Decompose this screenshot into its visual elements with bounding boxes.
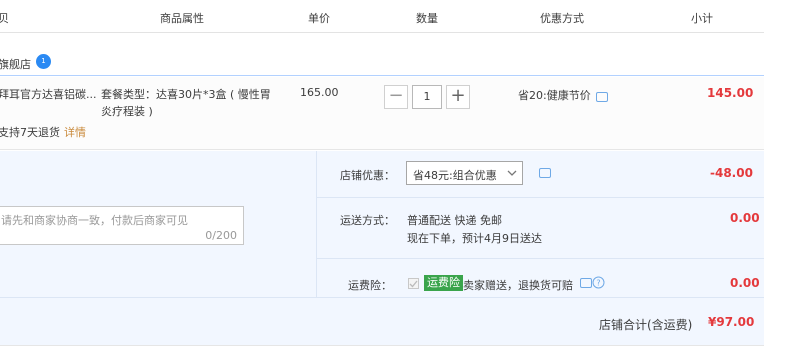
chevron-down-icon xyxy=(507,170,517,176)
shop-name[interactable]: 旗舰店 xyxy=(0,56,31,72)
shop-total-amount: ¥97.00 xyxy=(708,315,755,329)
shop-badge-icon: 1 xyxy=(36,54,51,69)
insurance-description: 卖家赠送，退换货可赔 xyxy=(463,279,573,292)
memo-char-counter: 0/200 xyxy=(205,229,237,242)
item-promotion: 省20:健康节价 xyxy=(518,89,591,102)
message-icon[interactable] xyxy=(580,278,592,288)
svg-text:?: ? xyxy=(596,279,600,288)
col-subtotal: 小计 xyxy=(691,12,713,25)
shop-discount-label: 店铺优惠： xyxy=(340,169,395,182)
shop-header: 旗舰店 1 xyxy=(0,48,764,76)
col-product: 贝 xyxy=(0,12,9,25)
checkmark-icon xyxy=(409,280,418,288)
shipping-eta: 现在下单，预计4月9日送达 xyxy=(407,232,542,245)
shipping-amount: 0.00 xyxy=(730,211,760,225)
item-service: 支持7天退货 xyxy=(0,126,60,139)
insurance-label: 运费险： xyxy=(348,279,392,292)
panel-divider xyxy=(316,151,317,297)
quantity-input[interactable]: 1 xyxy=(412,85,442,109)
item-title[interactable]: 拜耳官方达喜铝碳... xyxy=(0,86,97,102)
minus-button[interactable]: − xyxy=(384,85,408,109)
row-divider xyxy=(316,197,764,198)
shop-discount-amount: -48.00 xyxy=(710,166,753,180)
row-divider xyxy=(0,297,764,298)
shipping-method: 普通配送 快递 免邮 xyxy=(407,214,502,227)
buyer-memo-textarea[interactable]: 请先和商家协商一致，付款后商家可见 0/200 xyxy=(0,206,244,245)
message-icon[interactable] xyxy=(596,92,608,102)
bottom-divider xyxy=(0,345,764,346)
help-icon[interactable]: ? xyxy=(592,276,605,289)
row-divider xyxy=(316,258,764,259)
shop-discount-selected: 省48元:组合优惠 xyxy=(413,169,497,182)
insurance-checkbox[interactable] xyxy=(408,278,419,289)
shop-discount-select[interactable]: 省48元:组合优惠 xyxy=(406,161,523,185)
memo-placeholder: 请先和商家协商一致，付款后商家可见 xyxy=(1,214,188,227)
table-header: 贝 商品属性 单价 数量 优惠方式 小计 xyxy=(0,0,764,33)
col-quantity: 数量 xyxy=(416,12,438,25)
insurance-amount: 0.00 xyxy=(730,276,760,290)
col-attributes: 商品属性 xyxy=(160,12,204,25)
shop-total-label: 店铺合计(含运费) xyxy=(599,318,693,332)
plus-button[interactable]: + xyxy=(446,85,470,109)
item-service-link[interactable]: 详情 xyxy=(64,124,86,140)
item-attributes: 套餐类型：达喜30片*3盒 ( 慢性胃炎疗程装 ) xyxy=(101,88,271,118)
item-unit-price: 165.00 xyxy=(300,86,339,99)
col-price: 单价 xyxy=(308,12,330,25)
insurance-badge: 运费险 xyxy=(424,275,463,291)
shipping-label: 运送方式： xyxy=(340,214,395,227)
quantity-stepper: − 1 + xyxy=(384,85,470,109)
message-icon[interactable] xyxy=(539,168,551,178)
col-promotion: 优惠方式 xyxy=(540,12,584,25)
item-subtotal: 145.00 xyxy=(707,86,754,100)
